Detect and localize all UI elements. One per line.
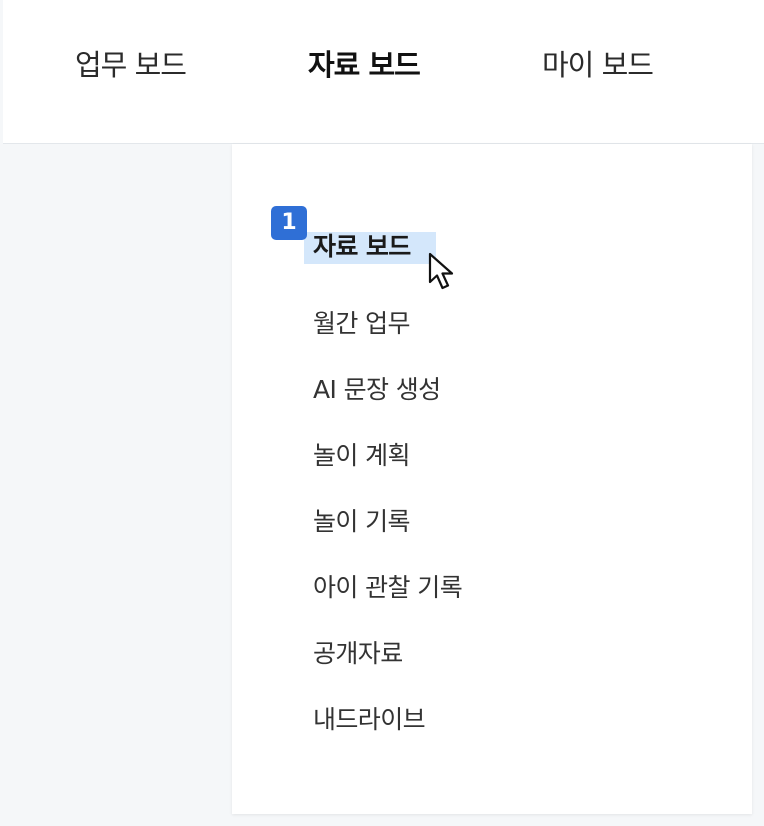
top-navigation-bar: 업무 보드 자료 보드 마이 보드 [0, 0, 764, 144]
mouse-pointer-icon [428, 252, 454, 290]
menu-item-monthly-work[interactable]: 월간 업무 [313, 307, 411, 341]
nav-left-edge [0, 0, 3, 144]
menu-item-play-record[interactable]: 놀이 기록 [313, 505, 411, 539]
menu-item-my-drive[interactable]: 내드라이브 [313, 703, 426, 737]
resource-board-dropdown-menu: 1 자료 보드 월간 업무 AI 문장 생성 놀이 계획 놀이 기록 아이 관찰… [232, 144, 752, 814]
menu-item-child-observation-record[interactable]: 아이 관찰 기록 [313, 571, 463, 605]
menu-item-ai-sentence-generation[interactable]: AI 문장 생성 [313, 373, 441, 407]
tab-my-board[interactable]: 마이 보드 [542, 44, 654, 86]
step-number-badge: 1 [271, 206, 307, 240]
tab-work-board[interactable]: 업무 보드 [75, 44, 187, 86]
tab-resource-board[interactable]: 자료 보드 [308, 44, 421, 86]
menu-item-public-materials[interactable]: 공개자료 [313, 637, 403, 671]
menu-item-play-plan[interactable]: 놀이 계획 [313, 439, 411, 473]
menu-item-resource-board[interactable]: 자료 보드 [313, 230, 411, 264]
